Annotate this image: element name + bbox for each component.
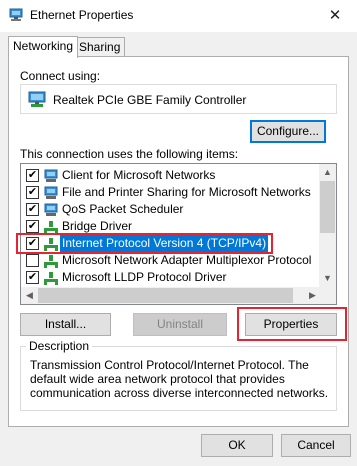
checkbox[interactable]: ✔ <box>26 203 39 216</box>
description-text: Transmission Control Protocol/Internet P… <box>30 358 329 400</box>
item-label: Microsoft LLDP Protocol Driver <box>62 270 227 284</box>
scroll-thumb[interactable] <box>38 288 293 303</box>
close-icon: ✕ <box>328 7 342 24</box>
vertical-scrollbar[interactable]: ▲ ▼ <box>319 164 336 287</box>
title-bar: Ethernet Properties ✕ <box>0 0 357 32</box>
cancel-button[interactable]: Cancel <box>281 434 351 457</box>
scroll-up-icon[interactable]: ▲ <box>319 164 336 181</box>
network-adapter-icon <box>28 91 46 107</box>
item-label: Bridge Driver <box>62 219 133 233</box>
scroll-down-icon[interactable]: ▼ <box>319 270 336 287</box>
item-label: Internet Protocol Version 4 (TCP/IPv4) <box>60 235 269 252</box>
adapter-field: Realtek PCIe GBE Family Controller <box>20 84 337 114</box>
list-item[interactable]: ✔ QoS Packet Scheduler <box>21 201 321 218</box>
item-label: Microsoft Network Adapter Multiplexor Pr… <box>62 253 312 267</box>
uninstall-button[interactable]: Uninstall <box>133 313 227 336</box>
items-list[interactable]: ✔ Client for Microsoft Networks ✔ File a… <box>20 163 337 305</box>
properties-button[interactable]: Properties <box>245 313 337 336</box>
ok-button[interactable]: OK <box>201 434 273 457</box>
checkbox[interactable]: ✔ <box>26 169 39 182</box>
network-client-icon <box>44 169 58 182</box>
network-service-icon <box>44 203 58 216</box>
tab-sharing[interactable]: Sharing <box>74 37 126 57</box>
scroll-left-icon[interactable]: ◀ <box>21 287 38 304</box>
checkbox[interactable]: ✔ <box>26 271 39 284</box>
scroll-thumb[interactable] <box>320 181 335 233</box>
connect-using-label: Connect using: <box>20 69 101 83</box>
network-service-icon <box>44 186 58 199</box>
scroll-right-icon[interactable]: ▶ <box>304 287 321 304</box>
network-adapter-icon <box>9 8 23 21</box>
adapter-name: Realtek PCIe GBE Family Controller <box>53 93 247 107</box>
list-item[interactable]: ✔ Bridge Driver <box>21 218 321 235</box>
item-label: QoS Packet Scheduler <box>62 202 184 216</box>
network-protocol-icon <box>44 255 58 268</box>
description-legend: Description <box>26 339 93 353</box>
checkbox[interactable]: ✔ <box>26 220 39 233</box>
list-item[interactable]: ✔ Client for Microsoft Networks <box>21 167 321 184</box>
install-button[interactable]: Install... <box>20 313 111 336</box>
network-protocol-icon <box>44 272 58 285</box>
tab-networking[interactable]: Networking <box>8 36 79 58</box>
list-item[interactable]: ✔ Microsoft LLDP Protocol Driver <box>21 269 321 286</box>
item-label: File and Printer Sharing for Microsoft N… <box>62 185 311 199</box>
checkbox[interactable]: ✔ <box>26 237 39 250</box>
checkbox[interactable]: ✔ <box>26 186 39 199</box>
horizontal-scrollbar[interactable]: ◀ ▶ <box>21 287 336 304</box>
configure-button[interactable]: Configure... <box>250 120 326 143</box>
close-button[interactable]: ✕ <box>313 0 357 32</box>
list-item-selected[interactable]: ✔ Internet Protocol Version 4 (TCP/IPv4) <box>21 235 321 252</box>
list-item[interactable]: ✔ File and Printer Sharing for Microsoft… <box>21 184 321 201</box>
item-label: Client for Microsoft Networks <box>62 168 216 182</box>
network-protocol-icon <box>44 221 58 234</box>
network-protocol-icon <box>44 238 58 251</box>
window-title: Ethernet Properties <box>30 8 134 22</box>
items-label: This connection uses the following items… <box>20 147 239 161</box>
checkbox[interactable] <box>26 254 39 267</box>
list-item[interactable]: Microsoft Network Adapter Multiplexor Pr… <box>21 252 321 269</box>
